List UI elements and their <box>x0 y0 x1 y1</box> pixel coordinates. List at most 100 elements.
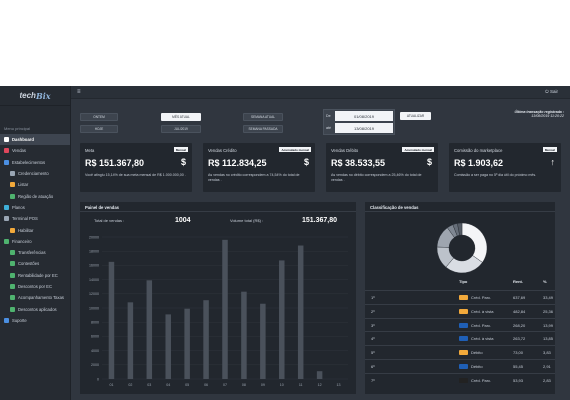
sidebar-item-acompanhamento-taxas[interactable]: Acompanhamento Taxas <box>0 292 70 303</box>
cell-rent: 73,00 <box>513 350 524 356</box>
bar-03[interactable] <box>146 280 153 379</box>
card-value: R$ 1.903,62 <box>454 158 504 168</box>
x-tick-label: 13 <box>337 383 341 387</box>
power-icon: ⏻ <box>545 89 549 94</box>
table-row: 5º Débito 73,00 3,83 <box>365 345 555 359</box>
card-description: As vendas no débito correspondem a 25,46… <box>331 173 422 182</box>
sidebar-item-credenciamento[interactable]: Credenciamento <box>0 168 70 179</box>
sidebar-item-descontos-aplicados[interactable]: Descontos aplicados <box>0 303 70 314</box>
bar-02[interactable] <box>127 302 134 379</box>
y-tick-label: 16000 <box>89 264 99 268</box>
card-badge: Acumulado mensal <box>279 147 311 152</box>
cell-tipo: Créd. Parc. <box>471 322 492 328</box>
card-brand-icon <box>459 377 468 383</box>
sidebar-item-suporte[interactable]: Suporte <box>0 315 70 326</box>
x-tick-label: 08 <box>242 383 246 387</box>
filter-jul-button[interactable]: JUL/2019 <box>161 125 201 133</box>
table-row: 7º Créd. Parc. 53,93 2,83 <box>365 372 555 387</box>
filter-semana-passada-button[interactable]: SEMANA PASSADA <box>243 125 283 133</box>
card-description: Comissão a ser paga no 5º dia útil do pr… <box>454 173 537 177</box>
bar-07[interactable] <box>222 239 228 379</box>
filter-hoje-button[interactable]: HOJE <box>80 125 118 133</box>
menu-icon <box>10 306 15 312</box>
filter-semana-atual-button[interactable]: SEMANA ATUAL <box>243 113 283 121</box>
sidebar-item-vendas[interactable]: Vendas <box>0 145 70 156</box>
bar-09[interactable] <box>260 303 266 379</box>
card-description: Você atingiu 15,14% de sua meta mensal d… <box>85 173 186 177</box>
cell-pct: 2,91 <box>543 364 551 369</box>
painel-vendas: Painel de vendas Total de vendas : 1004 … <box>80 202 356 394</box>
sidebar-item-planos[interactable]: Planos <box>0 202 70 213</box>
cell-pct: 25,36 <box>543 308 554 314</box>
menu-title: Menu principal <box>4 126 31 131</box>
sidebar-item-terminal-pos[interactable]: Terminal POS <box>0 213 70 224</box>
date-range: De 01/08/2019 até 13/08/2019 <box>323 109 395 135</box>
date-to-input[interactable]: 13/08/2019 <box>335 123 393 133</box>
x-tick-label: 12 <box>318 383 322 387</box>
cell-tipo: Créd. Parc. <box>471 377 492 383</box>
card-meta: Meta Mensal R$ 151.367,80 $ Você atingiu… <box>80 143 192 192</box>
bar-05[interactable] <box>184 308 190 379</box>
cell-rank: 7º <box>371 377 375 383</box>
panel-title: Painel de vendas <box>80 202 356 212</box>
logout-button[interactable]: ⏻ Sair <box>545 89 558 94</box>
sidebar-item-rentabilidade-por-ec[interactable]: Rentabilidade por EC <box>0 270 70 281</box>
sidebar-item-regi-o-de-atua-o[interactable]: Região de atuação <box>0 190 70 201</box>
bar-01[interactable] <box>108 261 115 379</box>
y-tick-label: 10000 <box>89 306 99 310</box>
logo-text-b: Bix <box>35 90 51 101</box>
sidebar-item-estabelecimentos[interactable]: Estabelecimentos <box>0 157 70 168</box>
bar-06[interactable] <box>203 300 209 379</box>
arrow-up-icon: ↑ <box>550 157 556 167</box>
sidebar-item-label: Planos <box>12 204 25 210</box>
sidebar-item-label: Transferências <box>18 250 46 256</box>
bar-11[interactable] <box>297 245 304 379</box>
cell-tipo: Créd. à vista <box>471 336 494 342</box>
card-value: R$ 38.533,55 <box>331 158 386 168</box>
dollar-icon: $ <box>426 157 432 167</box>
volume-total-label: Volume total (R$) : <box>230 218 264 223</box>
x-tick-label: 03 <box>147 383 151 387</box>
menu-icon <box>10 182 15 188</box>
bar-08[interactable] <box>241 291 247 379</box>
card-brand-icon <box>459 350 468 356</box>
cell-rank: 5º <box>371 350 375 356</box>
atualizar-button[interactable]: ATUALIZAR <box>400 112 431 120</box>
sidebar-item-dashboard[interactable]: Dashboard <box>0 134 70 146</box>
menu-icon <box>4 159 9 165</box>
sidebar-item-transfer-ncias[interactable]: Transferências <box>0 247 70 258</box>
sidebar-nav: Dashboard Vendas Estabelecimentos Credencia… <box>0 134 70 326</box>
total-vendas-label: Total de vendas : <box>94 218 125 223</box>
card-title: Vendas Crédito <box>208 148 237 153</box>
card-badge: Mensal <box>173 147 188 152</box>
bar-10[interactable] <box>279 260 285 379</box>
classification-table-header: Tipo Rent. % <box>365 277 555 286</box>
sidebar-item-contest-es[interactable]: Contestões <box>0 258 70 269</box>
y-tick-label: 2000 <box>91 363 99 367</box>
sales-bar-chart: 0 2000 4000 6000 8000 10000 12000 14000 16000 180… <box>89 235 348 387</box>
x-tick-label: 04 <box>166 383 170 387</box>
sidebar-item-listar[interactable]: Listar <box>0 179 70 190</box>
card-brand-icon <box>459 295 468 300</box>
filter-ontem-button[interactable]: ONTEM <box>80 113 118 121</box>
filter-mes-atual-button[interactable]: MÊS ATUAL <box>161 113 201 121</box>
hamburger-menu-icon[interactable]: ≡ <box>77 89 81 95</box>
donut-slice[interactable] <box>461 222 488 263</box>
header-pct: % <box>543 279 547 284</box>
sidebar-item-descontos-por-ec[interactable]: Descontos por EC <box>0 281 70 292</box>
total-vendas: Total de vendas : 1004 <box>94 217 191 224</box>
x-tick-label: 09 <box>261 383 265 387</box>
date-from-input[interactable]: 01/08/2019 <box>335 111 393 121</box>
y-tick-label: 18000 <box>89 250 99 254</box>
card-comissao: Comissão do marketplace Mensal R$ 1.903,… <box>449 143 561 192</box>
sidebar-item-label: Financeiro <box>12 238 32 244</box>
bar-12[interactable] <box>316 371 323 379</box>
menu-icon <box>4 148 9 154</box>
menu-icon <box>10 272 15 278</box>
sidebar-item-habilitar[interactable]: Habilitar <box>0 224 70 235</box>
table-row: 6º Débito 55,45 2,91 <box>365 359 555 373</box>
sidebar-item-financeiro[interactable]: Financeiro <box>0 236 70 247</box>
bar-04[interactable] <box>165 314 171 379</box>
date-to-label: até <box>326 126 331 130</box>
cell-tipo: Débito <box>471 364 483 369</box>
